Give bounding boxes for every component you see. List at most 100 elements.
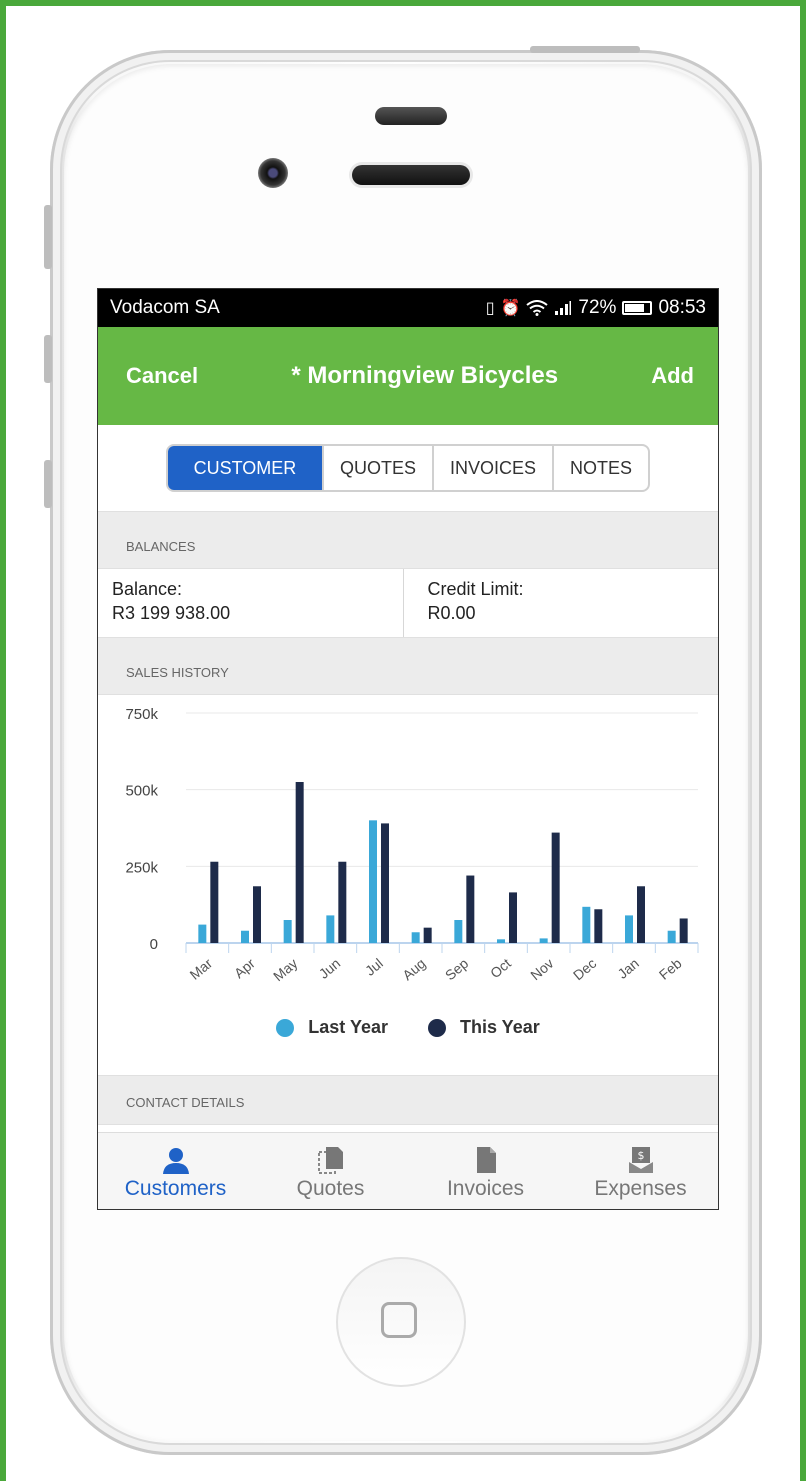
vibrate-icon: ▯	[485, 300, 495, 317]
bar-this-year-feb	[679, 918, 688, 943]
status-bar: Vodacom SA ▯ ⏰ 72% 08:53	[98, 289, 718, 327]
bar-last-year-sep	[454, 920, 463, 943]
bar-last-year-jun	[326, 915, 335, 943]
x-tick-label: Sep	[442, 955, 472, 983]
y-tick-label: 750k	[125, 706, 158, 723]
page-title: * Morningview Bicycles	[291, 362, 559, 389]
sales-history-header: SALES HISTORY	[98, 637, 718, 695]
bar-last-year-jul	[369, 820, 377, 943]
status-time: 08:53	[658, 297, 706, 318]
balances-row: Balance: R3 199 938.00 Credit Limit: R0.…	[98, 569, 718, 637]
signal-icon	[555, 301, 572, 315]
bar-last-year-apr	[241, 930, 249, 943]
bar-this-year-nov	[551, 832, 560, 943]
tab-invoices-label: Invoices	[446, 1177, 525, 1200]
wifi-icon	[526, 300, 549, 316]
person-icon	[162, 1148, 189, 1174]
bar-this-year-jan	[637, 886, 645, 943]
y-tick-label: 250k	[125, 859, 158, 876]
x-tick-label: Jan	[614, 955, 642, 982]
add-button[interactable]: Add	[651, 363, 694, 389]
quote-doc-icon	[317, 1147, 343, 1174]
battery-percent: 72%	[578, 297, 617, 318]
segment-control-container: CUSTOMER QUOTES INVOICES NOTES	[98, 425, 718, 511]
bar-this-year-mar	[210, 861, 219, 943]
x-tick-label: May	[270, 955, 301, 984]
balance-label: Balance:	[112, 579, 183, 599]
tab-quotes-label: Quotes	[296, 1177, 365, 1200]
legend-last-year[interactable]: Last Year	[276, 1017, 388, 1038]
bar-this-year-aug	[423, 927, 432, 943]
status-icons: ▯ ⏰ 72% 08:53	[486, 297, 706, 319]
credit-limit-label: Credit Limit:	[427, 579, 524, 599]
x-tick-label: Dec	[570, 955, 599, 983]
speaker-grille	[352, 165, 470, 185]
y-tick-label: 500k	[125, 783, 158, 800]
carrier-name: Vodacom SA	[110, 297, 220, 318]
tab-expenses-nav[interactable]: $ Expenses	[563, 1133, 718, 1209]
front-camera-icon	[258, 158, 288, 188]
credit-limit-block: Credit Limit: R0.00	[402, 569, 719, 637]
segment-control: CUSTOMER QUOTES INVOICES NOTES	[165, 444, 651, 492]
bar-this-year-jul	[381, 823, 389, 943]
tab-notes[interactable]: NOTES	[552, 446, 648, 490]
tab-quotes-nav[interactable]: Quotes	[253, 1133, 408, 1209]
x-tick-label: Apr	[231, 955, 258, 981]
bar-this-year-sep	[466, 875, 475, 943]
legend-label-this-year: This Year	[460, 1017, 540, 1037]
cancel-button[interactable]: Cancel	[126, 363, 198, 389]
invoice-doc-icon	[476, 1147, 496, 1173]
legend-dot-last-year	[276, 1018, 295, 1037]
tab-invoices[interactable]: INVOICES	[431, 446, 552, 490]
balance-block: Balance: R3 199 938.00	[98, 569, 403, 637]
x-tick-label: Aug	[399, 955, 428, 983]
expense-doc-icon: $	[628, 1147, 653, 1173]
bar-last-year-feb	[667, 930, 676, 943]
tab-customer[interactable]: CUSTOMER	[167, 446, 322, 490]
legend-dot-this-year	[428, 1018, 446, 1037]
x-tick-label: Oct	[487, 955, 514, 981]
sales-history-chart: 0 250k 500k 750k Mar Apr May Jun Jul Aug Sep Oct Nov…	[98, 695, 718, 1075]
phone-screen: Vodacom SA ▯ ⏰ 72% 08:53 Cancel * Mornin…	[97, 288, 719, 1210]
bar-this-year-oct	[509, 892, 517, 943]
bottom-tab-bar: Customers Quotes Invoices $ Expenses	[98, 1132, 718, 1209]
battery-icon	[622, 301, 653, 315]
tab-customers-label: Customers	[124, 1177, 227, 1200]
alarm-icon: ⏰	[500, 300, 521, 317]
bar-chart: 0 250k 500k 750k Mar Apr May Jun Jul Aug Sep Oct Nov…	[125, 706, 699, 984]
tab-customers[interactable]: Customers	[98, 1133, 253, 1209]
svg-text:$: $	[637, 1149, 644, 1162]
bar-this-year-may	[295, 782, 304, 943]
bar-last-year-nov	[539, 938, 548, 943]
tab-quotes[interactable]: QUOTES	[321, 446, 432, 490]
x-tick-label: Jun	[316, 955, 344, 982]
bar-last-year-oct	[497, 939, 505, 943]
volume-down-button	[44, 460, 52, 508]
bar-last-year-jan	[625, 915, 633, 943]
contact-details-header: CONTACT DETAILS	[98, 1075, 718, 1125]
volume-up-button	[44, 335, 52, 383]
home-square-icon	[381, 1302, 417, 1338]
sensor-slot	[375, 107, 447, 125]
chart-legend: Last Year This Year	[98, 1017, 718, 1038]
home-button[interactable]	[336, 1257, 466, 1387]
bar-this-year-apr	[253, 886, 261, 943]
tab-expenses-label: Expenses	[594, 1177, 687, 1200]
legend-this-year[interactable]: This Year	[428, 1017, 540, 1038]
power-button	[530, 46, 640, 53]
bar-last-year-dec	[582, 906, 591, 943]
bar-this-year-dec	[594, 909, 603, 943]
bar-last-year-mar	[198, 924, 207, 943]
balances-header: BALANCES	[98, 511, 718, 569]
balance-value: R3 199 938.00	[112, 603, 231, 623]
bar-last-year-aug	[411, 932, 420, 943]
y-tick-label: 0	[150, 936, 158, 953]
x-tick-label: Mar	[186, 955, 215, 983]
mute-switch	[44, 205, 52, 269]
x-tick-label: Feb	[656, 955, 685, 983]
credit-limit-value: R0.00	[427, 603, 476, 623]
tab-invoices-nav[interactable]: Invoices	[408, 1133, 563, 1209]
legend-label-last-year: Last Year	[308, 1017, 388, 1037]
bar-this-year-jun	[338, 861, 347, 943]
app-header: Cancel * Morningview Bicycles Add	[98, 327, 718, 425]
